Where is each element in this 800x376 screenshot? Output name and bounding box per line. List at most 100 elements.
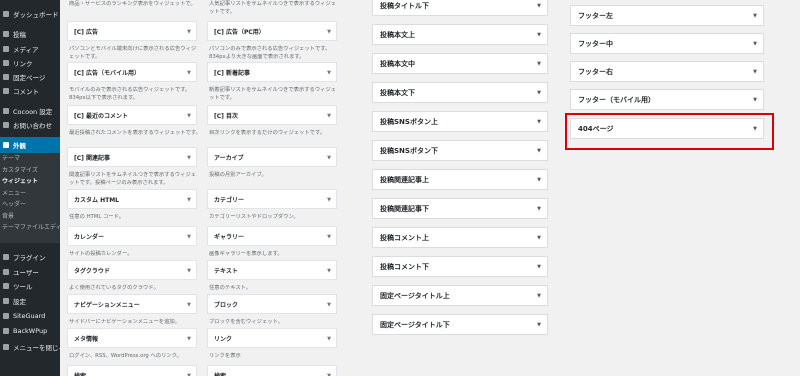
- caret-down-icon[interactable]: ▼: [327, 197, 331, 203]
- dashboard-icon: [3, 11, 9, 17]
- widget-area[interactable]: 投稿SNSボタン下 ▼: [372, 140, 548, 161]
- widget-area[interactable]: フッター中 ▼: [570, 33, 764, 54]
- widget-description: 人気記事リストをサムネイルつきで表示するウィジェットです。: [209, 1, 337, 15]
- caret-down-icon[interactable]: ▼: [537, 206, 541, 212]
- submenu-item-6[interactable]: テーマファイルエディター: [2, 222, 60, 233]
- highlight-box: [565, 113, 774, 150]
- caret-down-icon[interactable]: ▼: [187, 155, 191, 161]
- available-widget[interactable]: [C] 最近のコメント ▼: [67, 105, 197, 125]
- caret-down-icon[interactable]: ▼: [327, 302, 331, 308]
- caret-down-icon[interactable]: ▼: [537, 148, 541, 154]
- caret-down-icon[interactable]: ▼: [537, 264, 541, 270]
- available-widget[interactable]: 検索 ▼: [67, 365, 197, 376]
- submenu-item-1[interactable]: カスタマイズ: [2, 165, 60, 176]
- widget-area-name: 固定ページタイトル上: [380, 291, 450, 300]
- widget-area[interactable]: 投稿関連記事下 ▼: [372, 198, 548, 219]
- caret-down-icon[interactable]: ▼: [537, 32, 541, 38]
- available-widget[interactable]: テキスト ▼: [207, 260, 337, 280]
- caret-down-icon[interactable]: ▼: [187, 113, 191, 119]
- available-widget[interactable]: カスタム HTML ▼: [67, 189, 197, 209]
- caret-down-icon[interactable]: ▼: [327, 70, 331, 76]
- caret-down-icon[interactable]: ▼: [537, 90, 541, 96]
- available-widget[interactable]: ナビゲーションメニュー ▼: [67, 294, 197, 314]
- widget-area[interactable]: 投稿本文中 ▼: [372, 53, 548, 74]
- sidebar-item-12[interactable]: 設定: [0, 293, 60, 309]
- available-widget[interactable]: タグクラウド ▼: [67, 260, 197, 280]
- available-widget[interactable]: アーカイブ ▼: [207, 147, 337, 167]
- available-widget[interactable]: カレンダー ▼: [67, 226, 197, 246]
- sidebar-item-14[interactable]: BackWPup: [0, 323, 60, 339]
- available-widget[interactable]: ギャラリー ▼: [207, 226, 337, 246]
- caret-down-icon[interactable]: ▼: [537, 177, 541, 183]
- available-widget[interactable]: 検索 ▼: [207, 365, 337, 376]
- widget-area[interactable]: 固定ページタイトル下 ▼: [372, 314, 548, 335]
- caret-down-icon[interactable]: ▼: [537, 322, 541, 328]
- sidebar-item-5[interactable]: コメント: [0, 83, 60, 99]
- caret-down-icon[interactable]: ▼: [537, 119, 541, 125]
- widget-area[interactable]: 投稿コメント下 ▼: [372, 256, 548, 277]
- submenu-item-3[interactable]: メニュー: [2, 188, 60, 199]
- sidebar-item-0[interactable]: ダッシュボード: [0, 6, 60, 22]
- available-widget[interactable]: カテゴリー ▼: [207, 189, 337, 209]
- available-widget[interactable]: [C] 広告（PC用） ▼: [207, 21, 337, 41]
- caret-down-icon[interactable]: ▼: [753, 41, 757, 47]
- caret-down-icon[interactable]: ▼: [327, 234, 331, 240]
- caret-down-icon[interactable]: ▼: [753, 97, 757, 103]
- submenu-item-4[interactable]: ヘッダー: [2, 199, 60, 210]
- widget-area[interactable]: 固定ページタイトル上 ▼: [372, 285, 548, 306]
- widget-area-name: フッター左: [578, 11, 613, 20]
- available-widget[interactable]: [C] 広告 ▼: [67, 21, 197, 41]
- available-widget[interactable]: ブロック ▼: [207, 294, 337, 314]
- widget-description: 新着記事リストをサムネイルつきで表示するウィジェットです。: [209, 87, 337, 101]
- caret-down-icon[interactable]: ▼: [327, 155, 331, 161]
- caret-down-icon[interactable]: ▼: [187, 70, 191, 76]
- available-widget[interactable]: メタ情報 ▼: [67, 328, 197, 348]
- submenu-item-2[interactable]: ウィジェット: [2, 176, 60, 187]
- caret-down-icon[interactable]: ▼: [187, 268, 191, 274]
- caret-down-icon[interactable]: ▼: [753, 69, 757, 75]
- sidebar-item-11[interactable]: ツール: [0, 278, 60, 294]
- widget-area-name: 投稿SNSボタン下: [380, 146, 438, 155]
- caret-down-icon[interactable]: ▼: [327, 336, 331, 342]
- sidebar-item-8[interactable]: 外観: [0, 137, 60, 153]
- available-widget[interactable]: [C] 広告（モバイル用） ▼: [67, 62, 197, 82]
- widget-area[interactable]: フッター右 ▼: [570, 61, 764, 82]
- available-widget[interactable]: [C] 目次 ▼: [207, 105, 337, 125]
- widget-area[interactable]: フッター（モバイル用） ▼: [570, 89, 764, 110]
- sidebar-item-15[interactable]: メニューを閉じる: [0, 339, 60, 355]
- widget-area[interactable]: フッター左 ▼: [570, 5, 764, 26]
- widget-area[interactable]: 投稿関連記事上 ▼: [372, 169, 548, 190]
- caret-down-icon[interactable]: ▼: [537, 3, 541, 9]
- caret-down-icon[interactable]: ▼: [187, 29, 191, 35]
- caret-down-icon[interactable]: ▼: [187, 197, 191, 203]
- widget-name: タグクラウド: [74, 267, 110, 275]
- caret-down-icon[interactable]: ▼: [187, 234, 191, 240]
- widget-area[interactable]: 投稿コメント上 ▼: [372, 227, 548, 248]
- widget-area[interactable]: 投稿本文上 ▼: [372, 24, 548, 45]
- submenu-item-0[interactable]: テーマ: [2, 153, 60, 164]
- sidebar-item-13[interactable]: SiteGuard: [0, 308, 60, 324]
- available-widget[interactable]: [C] 関連記事 ▼: [67, 147, 197, 167]
- caret-down-icon[interactable]: ▼: [187, 336, 191, 342]
- widget-area[interactable]: 投稿タイトル下 ▼: [372, 0, 548, 16]
- caret-down-icon[interactable]: ▼: [753, 13, 757, 19]
- caret-down-icon[interactable]: ▼: [537, 61, 541, 67]
- available-widget[interactable]: リンク ▼: [207, 328, 337, 348]
- widget-area-name: フッター右: [578, 67, 613, 76]
- caret-down-icon[interactable]: ▼: [327, 268, 331, 274]
- widget-area[interactable]: 投稿SNSボタン上 ▼: [372, 111, 548, 132]
- available-widget[interactable]: [C] 新着記事 ▼: [207, 62, 337, 82]
- widget-area[interactable]: 投稿本文下 ▼: [372, 82, 548, 103]
- sidebar-item-7[interactable]: お問い合わせ: [0, 117, 60, 133]
- caret-down-icon[interactable]: ▼: [537, 293, 541, 299]
- sidebar-item-1[interactable]: 投稿: [0, 26, 60, 42]
- widget-description: モバイルのみで表示される広告ウィジェットです。834px以下で表示されます。: [69, 87, 191, 101]
- submenu-item-5[interactable]: 背景: [2, 211, 60, 222]
- caret-down-icon[interactable]: ▼: [327, 113, 331, 119]
- widget-area-name: フッター（モバイル用）: [578, 95, 655, 104]
- caret-down-icon[interactable]: ▼: [327, 29, 331, 35]
- caret-down-icon[interactable]: ▼: [187, 302, 191, 308]
- caret-down-icon[interactable]: ▼: [537, 235, 541, 241]
- sidebar-item-9[interactable]: プラグイン: [0, 249, 60, 265]
- widget-name: カスタム HTML: [74, 196, 119, 204]
